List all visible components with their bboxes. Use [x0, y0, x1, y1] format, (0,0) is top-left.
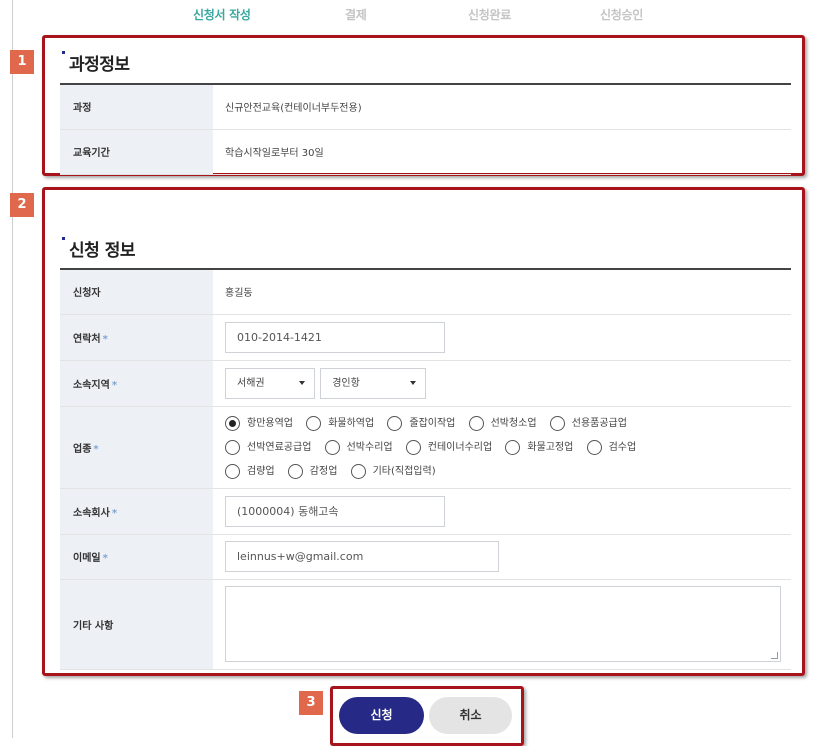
step-indicator: 신청서 작성 결제 신청완료 신청승인 — [0, 6, 826, 26]
period-value: 학습시작일로부터 30일 — [213, 129, 791, 175]
applicant-label: 신청자 — [60, 269, 213, 315]
table-row: 연락처 * 010-2014-1421 — [60, 314, 791, 361]
table-row: 소속회사 * (1000004) 동해고속 — [60, 488, 791, 535]
annotation-badge-2: 2 — [10, 193, 34, 217]
applicant-value: 홍길동 — [213, 269, 791, 315]
annotation-badge-3: 3 — [299, 691, 323, 715]
industry-radio-group: 항만용역업 화물하역업 줄잡이작업 선박청소업 선용품공급업 선박연료공급업 선… — [225, 410, 790, 484]
table-row: 업종 * 항만용역업 화물하역업 줄잡이작업 선박청소업 선용품공급업 선박연료공… — [60, 406, 791, 489]
radio-option[interactable]: 컨테이너수리업 — [405, 436, 492, 460]
company-label: 소속회사 * — [60, 488, 213, 535]
etc-textarea[interactable] — [225, 586, 781, 662]
radio-unchecked-icon — [225, 439, 240, 455]
contact-input[interactable]: 010-2014-1421 — [225, 321, 445, 353]
step-application: 신청서 작성 — [193, 8, 251, 22]
radio-option[interactable]: 선박청소업 — [468, 412, 537, 436]
resize-grip-icon[interactable] — [771, 652, 778, 659]
radio-unchecked-icon — [225, 463, 240, 479]
radio-option[interactable]: 선박연료공급업 — [225, 436, 311, 460]
step-payment: 결제 — [345, 8, 367, 22]
email-input[interactable]: leinnus+w@gmail.com — [225, 541, 499, 572]
table-row: 과정 신규안전교육(컨테이너부두전용) — [60, 84, 791, 130]
radio-option[interactable]: 화물하역업 — [306, 412, 374, 436]
application-form-table: 신청자 홍길동 연락처 * 010-2014-1421 소속지역 * 서해권 경인항… — [60, 268, 791, 670]
radio-unchecked-icon — [586, 439, 602, 455]
radio-option[interactable]: 검량업 — [225, 460, 275, 484]
radio-option[interactable]: 화물고정업 — [505, 436, 573, 460]
radio-checked-icon — [225, 415, 240, 431]
table-row: 신청자 홍길동 — [60, 269, 791, 315]
radio-option[interactable]: 감정업 — [287, 460, 337, 484]
radio-unchecked-icon — [287, 463, 303, 479]
contact-label: 연락처 * — [60, 314, 213, 361]
port-select[interactable]: 경인항 — [320, 367, 427, 399]
etc-label: 기타 사항 — [60, 579, 213, 670]
industry-label: 업종 * — [60, 406, 213, 489]
radio-unchecked-icon — [505, 439, 521, 455]
step-complete: 신청완료 — [468, 8, 511, 22]
company-input[interactable]: (1000004) 동해고속 — [225, 495, 445, 527]
radio-unchecked-icon — [549, 415, 565, 431]
radio-option[interactable]: 선박수리업 — [324, 436, 393, 460]
course-label: 과정 — [60, 84, 213, 130]
radio-unchecked-icon — [306, 415, 322, 431]
email-label: 이메일 * — [60, 534, 213, 580]
chevron-down-icon — [410, 380, 417, 385]
radio-unchecked-icon — [405, 439, 421, 455]
apply-button[interactable]: 신청 — [339, 697, 424, 734]
chevron-down-icon — [299, 380, 305, 385]
annotation-badge-1: 1 — [10, 50, 34, 74]
region-label: 소속지역 * — [60, 360, 213, 407]
radio-unchecked-icon — [350, 463, 366, 479]
left-border-line — [12, 0, 13, 738]
radio-option[interactable]: 기타(직접입력) — [350, 460, 436, 484]
apply-section-title: 신청 정보 — [62, 236, 135, 261]
radio-option[interactable]: 항만용역업 — [225, 412, 293, 436]
table-row: 소속지역 * 서해권 경인항 — [60, 360, 791, 407]
step-approval: 신청승인 — [600, 8, 643, 22]
region-select[interactable]: 서해권 — [225, 367, 315, 399]
radio-option[interactable]: 검수업 — [586, 436, 636, 460]
cancel-button[interactable]: 취소 — [429, 697, 512, 734]
radio-option[interactable]: 선용품공급업 — [549, 412, 627, 436]
table-row: 기타 사항 — [60, 579, 791, 670]
radio-option[interactable]: 줄잡이작업 — [387, 412, 455, 436]
radio-unchecked-icon — [387, 415, 403, 431]
radio-unchecked-icon — [468, 415, 484, 431]
radio-unchecked-icon — [324, 439, 340, 455]
period-label: 교육기간 — [60, 129, 213, 175]
table-row: 교육기간 학습시작일로부터 30일 — [60, 129, 791, 175]
course-value: 신규안전교육(컨테이너부두전용) — [213, 84, 791, 130]
course-section-title: 과정정보 — [62, 50, 130, 75]
course-info-table: 과정 신규안전교육(컨테이너부두전용) 교육기간 학습시작일로부터 30일 — [60, 83, 791, 175]
table-row: 이메일 * leinnus+w@gmail.com — [60, 534, 791, 580]
